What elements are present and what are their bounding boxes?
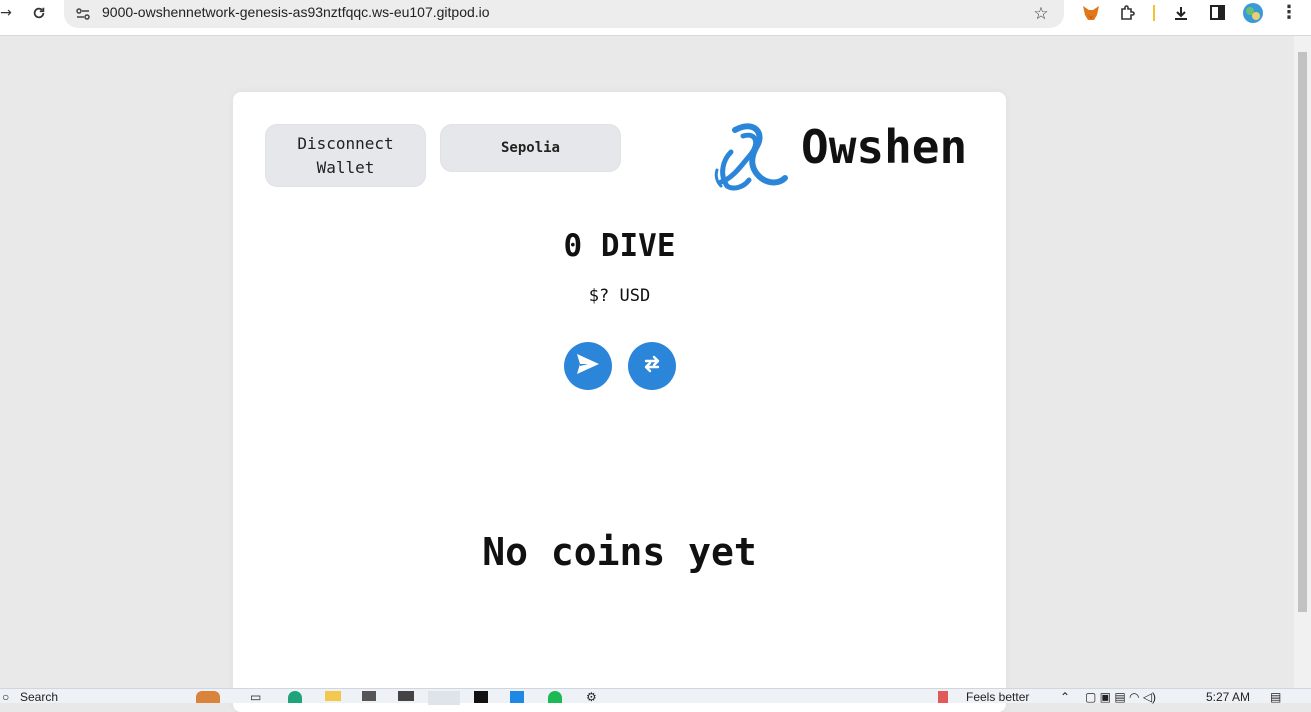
network-selector-button[interactable]: Sepolia — [440, 124, 621, 172]
send-button[interactable] — [564, 342, 612, 390]
tray-chevron-icon[interactable]: ⌃ — [1060, 691, 1070, 703]
store-icon[interactable] — [362, 691, 376, 701]
spotify-icon[interactable] — [548, 691, 562, 703]
usd-value: $? USD — [588, 286, 651, 306]
profile-avatar[interactable] — [1241, 0, 1265, 25]
widget-icon[interactable] — [196, 691, 220, 703]
scrollbar-thumb[interactable] — [1298, 52, 1307, 612]
tray-icons[interactable]: ▢ ▣ ▤ ◠ ◁) — [1085, 691, 1156, 703]
side-panel-icon[interactable] — [1206, 0, 1228, 25]
wallet-card: Disconnect Wallet Sepolia Owshen 0 DIVE … — [233, 92, 1006, 712]
token-balance: 0 DIVE — [563, 228, 676, 264]
menu-kebab-icon[interactable]: ⋮ — [1279, 0, 1299, 25]
scrollbar[interactable] — [1294, 36, 1311, 688]
reload-icon[interactable] — [28, 0, 50, 25]
vscode-icon[interactable] — [510, 691, 524, 703]
os-taskbar: ○ Search ▭ ⚙ Feels better ⌃ ▢ ▣ ▤ ◠ ◁) 5… — [0, 688, 1311, 705]
swap-arrows-icon — [642, 355, 662, 377]
clock[interactable]: 5:27 AM — [1206, 691, 1250, 703]
app-icon[interactable] — [398, 691, 414, 701]
settings-gear-icon[interactable]: ⚙ — [586, 691, 597, 703]
send-icon — [576, 353, 600, 379]
download-icon[interactable] — [1170, 0, 1192, 25]
divider — [1153, 5, 1155, 21]
empty-coins-message: No coins yet — [482, 530, 757, 574]
task-view-icon[interactable]: ▭ — [250, 691, 261, 703]
metamask-fox-icon[interactable] — [1080, 0, 1102, 25]
owshen-logo-icon — [713, 122, 788, 192]
disconnect-wallet-button[interactable]: Disconnect Wallet — [265, 124, 426, 187]
search-icon[interactable]: ○ — [2, 691, 9, 703]
swap-button[interactable] — [628, 342, 676, 390]
site-settings-icon[interactable] — [74, 1, 92, 26]
extensions-puzzle-icon[interactable] — [1116, 0, 1138, 25]
chrome-task-icon[interactable] — [428, 691, 460, 705]
pycharm-icon[interactable] — [474, 691, 488, 703]
browser-toolbar: → 9000-owshennetwork-genesis-as93nztfqqc… — [0, 0, 1311, 36]
notifications-icon[interactable]: ▤ — [1270, 691, 1281, 703]
weather-icon[interactable] — [938, 691, 948, 703]
forward-icon[interactable]: → — [0, 0, 12, 25]
edge-icon[interactable] — [288, 691, 302, 703]
address-bar[interactable]: 9000-owshennetwork-genesis-as93nztfqqc.w… — [64, 0, 1064, 28]
taskbar-search-label[interactable]: Search — [20, 691, 58, 703]
brand-name: Owshen — [801, 120, 968, 174]
file-explorer-icon[interactable] — [325, 691, 341, 701]
url-text: 9000-owshennetwork-genesis-as93nztfqqc.w… — [102, 4, 490, 20]
weather-label[interactable]: Feels better — [966, 691, 1029, 703]
bookmark-star-icon[interactable]: ☆ — [1030, 1, 1052, 26]
